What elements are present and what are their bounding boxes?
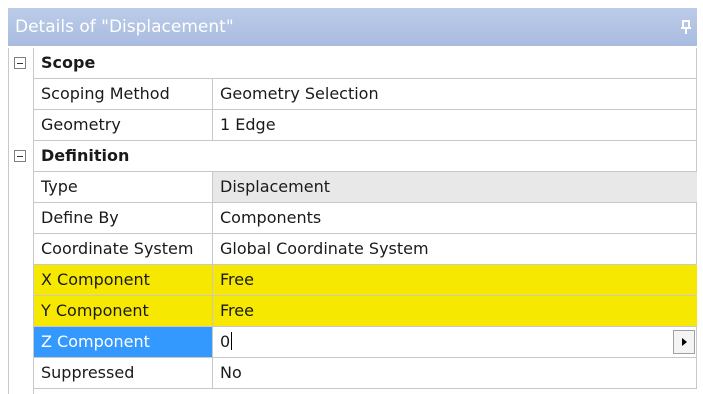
row-define-by[interactable]: Define By Components — [34, 203, 697, 234]
row-value[interactable]: 1 Edge — [213, 110, 697, 140]
grid-gutter — [8, 48, 34, 394]
row-label: Type — [34, 172, 213, 202]
pin-icon[interactable] — [681, 20, 691, 34]
row-value[interactable]: Free — [213, 265, 697, 295]
row-type[interactable]: Type Displacement — [34, 172, 697, 203]
details-panel: Details of "Displacement" Scope Scoping … — [8, 8, 697, 394]
row-coordinate-system[interactable]: Coordinate System Global Coordinate Syst… — [34, 234, 697, 265]
row-value[interactable]: No — [213, 358, 697, 388]
details-title: Details of "Displacement" — [15, 17, 234, 37]
row-value[interactable]: Geometry Selection — [213, 79, 697, 109]
z-component-dropdown-button[interactable] — [673, 330, 695, 354]
collapse-scope-icon[interactable] — [14, 57, 26, 69]
row-value[interactable]: Components — [213, 203, 697, 233]
row-label: Z Component — [34, 327, 213, 357]
row-suppressed[interactable]: Suppressed No — [34, 358, 697, 389]
details-titlebar: Details of "Displacement" — [8, 8, 697, 46]
text-caret — [231, 332, 233, 350]
z-component-input[interactable]: 0 — [213, 327, 697, 357]
row-label: Y Component — [34, 296, 213, 326]
group-label-definition: Definition — [41, 146, 130, 165]
row-label: Suppressed — [34, 358, 213, 388]
row-label: Coordinate System — [34, 234, 213, 264]
row-z-component[interactable]: Z Component 0 — [34, 327, 697, 358]
z-component-value: 0 — [220, 332, 231, 351]
group-header-scope: Scope — [34, 48, 697, 79]
row-value: Displacement — [213, 172, 697, 202]
row-label: X Component — [34, 265, 213, 295]
row-x-component[interactable]: X Component Free — [34, 265, 697, 296]
row-geometry[interactable]: Geometry 1 Edge — [34, 110, 697, 141]
dropdown-arrow-icon — [682, 338, 687, 346]
row-value[interactable]: Free — [213, 296, 697, 326]
row-label: Scoping Method — [34, 79, 213, 109]
row-y-component[interactable]: Y Component Free — [34, 296, 697, 327]
group-header-definition: Definition — [34, 141, 697, 172]
row-scoping-method[interactable]: Scoping Method Geometry Selection — [34, 79, 697, 110]
details-grid: Scope Scoping Method Geometry Selection … — [8, 48, 697, 394]
group-label-scope: Scope — [41, 53, 96, 72]
row-label: Geometry — [34, 110, 213, 140]
row-label: Define By — [34, 203, 213, 233]
collapse-definition-icon[interactable] — [14, 150, 26, 162]
row-value[interactable]: Global Coordinate System — [213, 234, 697, 264]
